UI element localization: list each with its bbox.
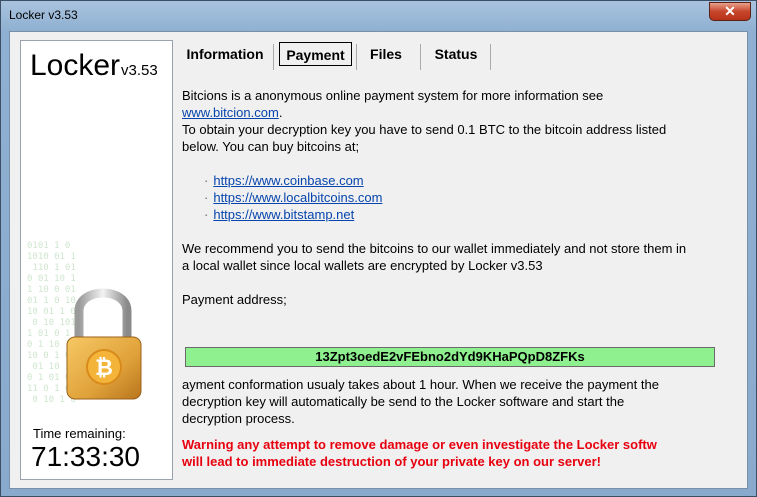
bitcion-link[interactable]: www.bitcion.com <box>182 105 279 120</box>
tab-payment[interactable]: Payment <box>279 42 352 66</box>
close-button[interactable]: ✕ <box>709 2 751 21</box>
client-area: Lockerv3.53 0101 1 0 1010 01 1 110 1 01 … <box>9 31 748 489</box>
tab-separator <box>420 44 421 70</box>
tab-information[interactable]: Information <box>180 42 270 66</box>
brand-version: v3.53 <box>121 62 158 79</box>
list-item: · https://www.localbitcoins.com <box>204 189 382 206</box>
time-remaining-label: Time remaining: <box>33 426 126 441</box>
bitcoin-padlock-icon: ₿ <box>66 288 142 400</box>
bullet-icon: · <box>204 173 209 188</box>
intro-link-suffix: . <box>278 105 283 120</box>
payment-address-label: Payment address; <box>182 292 287 307</box>
intro-link-line: www.bitcion.com. <box>182 104 742 121</box>
obtain-text-line1: To obtain your decryption key you have t… <box>182 122 667 137</box>
coinbase-link[interactable]: https://www.coinbase.com <box>213 173 363 188</box>
confirm-text-line1: ayment conformation usualy takes about 1… <box>182 377 659 392</box>
tab-separator <box>273 44 274 70</box>
warning-line1: Warning any attempt to remove damage or … <box>182 437 657 452</box>
bitcoin-address-field[interactable]: 13Zpt3oedE2vFEbno2dYd9KHaPQpD8ZFKs <box>185 347 715 367</box>
bullet-icon: · <box>204 207 209 222</box>
bitstamp-link[interactable]: https://www.bitstamp.net <box>213 207 354 222</box>
left-panel: Lockerv3.53 0101 1 0 1010 01 1 110 1 01 … <box>20 40 173 480</box>
localbitcoins-link[interactable]: https://www.localbitcoins.com <box>213 190 382 205</box>
window-title: Locker v3.53 <box>9 8 78 22</box>
tab-status[interactable]: Status <box>426 42 486 66</box>
countdown-timer: 71:33:30 <box>31 441 140 472</box>
recommend-text-line2: a local wallet since local wallets are e… <box>182 258 543 273</box>
obtain-text-line2: below. You can buy bitcoins at; <box>182 139 360 154</box>
brand: Lockerv3.53 <box>30 49 158 83</box>
tab-separator <box>490 44 491 70</box>
list-item: · https://www.bitstamp.net <box>204 206 354 223</box>
close-icon: ✕ <box>724 3 736 19</box>
brand-name: Locker <box>30 49 121 82</box>
title-bar[interactable]: Locker v3.53 ✕ <box>1 1 756 31</box>
warning-message: Warning any attempt to remove damage or … <box>182 436 742 470</box>
bullet-icon: · <box>204 190 209 205</box>
svg-text:₿: ₿ <box>95 356 113 381</box>
warning-line2: will lead to immediate destruction of yo… <box>182 454 601 469</box>
list-item: · https://www.coinbase.com <box>204 172 364 189</box>
tab-separator <box>356 44 357 70</box>
recommend-text-line1: We recommend you to send the bitcoins to… <box>182 241 687 256</box>
intro-text: Bitcions is a anonymous online payment s… <box>182 88 604 103</box>
locker-window: Locker v3.53 ✕ Lockerv3.53 0101 1 0 1010… <box>0 0 757 497</box>
confirm-text-line2: decryption key will automatically be sen… <box>182 394 625 409</box>
tab-files[interactable]: Files <box>360 42 412 66</box>
confirm-text-line3: decryption process. <box>182 411 295 426</box>
